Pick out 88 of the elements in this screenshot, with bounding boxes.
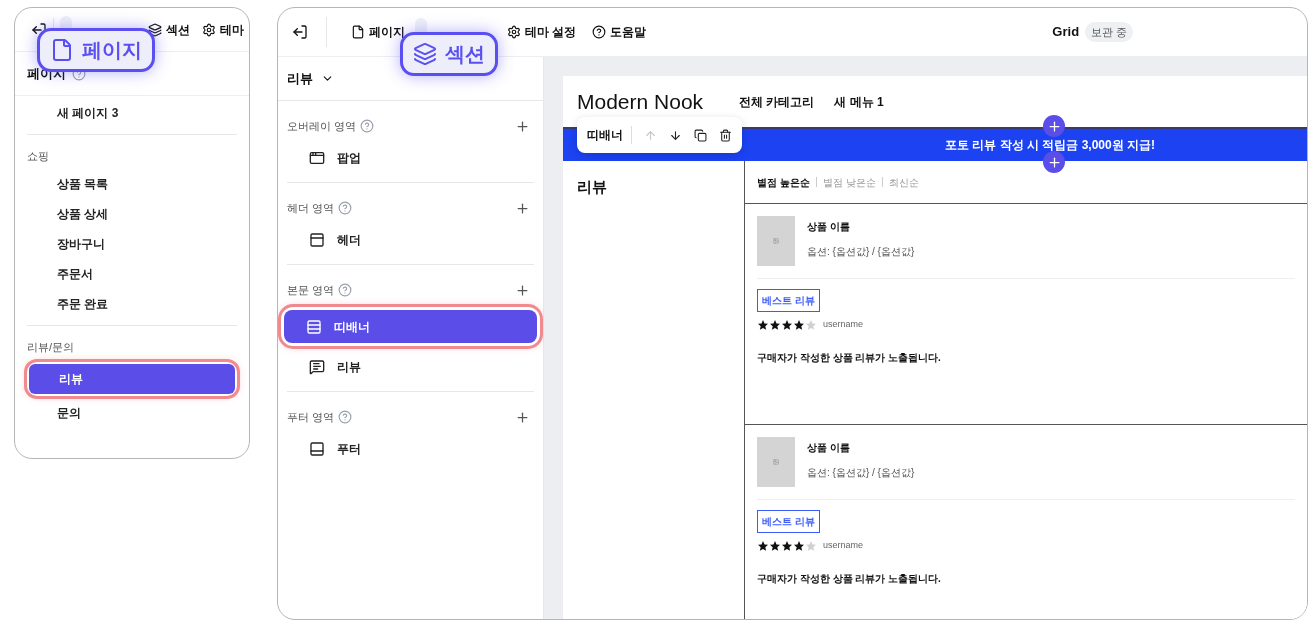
callout-icon (50, 38, 74, 62)
add-icon[interactable] (515, 282, 530, 298)
nav-tab[interactable]: 테마 (196, 15, 249, 44)
section-item[interactable]: 리뷰 (287, 350, 534, 383)
header-layout-icon (309, 231, 325, 248)
nav-tab[interactable]: 테마 설정 (501, 18, 583, 46)
star-icon (805, 318, 817, 331)
best-review-badge: 베스트 리뷰 (757, 289, 820, 312)
section-item[interactable]: 푸터 (287, 432, 534, 465)
star-icon (793, 318, 805, 331)
help-icon (338, 410, 353, 424)
image-icon (773, 238, 779, 244)
page-item[interactable]: 장바구니 (27, 229, 237, 259)
username: username (823, 539, 864, 552)
tab-icon (148, 22, 162, 37)
help-icon (338, 283, 353, 297)
area-title: 헤더 영역 (287, 200, 335, 216)
add-section-button[interactable] (1043, 151, 1065, 173)
banner-text: 포토 리뷰 작성 시 적립금 3,000원 지급! (944, 139, 1155, 151)
arrow-icon (644, 128, 657, 142)
product-name: 상품 이름 (807, 441, 851, 455)
sort-option[interactable]: 별점 높은순 (757, 174, 810, 190)
exit-icon[interactable] (292, 24, 308, 40)
callout-icon (413, 42, 437, 66)
trash-icon (719, 128, 732, 142)
product-option: 옵션: {옵션값} / {옵션값} (807, 465, 915, 480)
popup-layout-icon (309, 149, 325, 166)
plus-icon (1046, 118, 1062, 134)
tab-icon (202, 22, 216, 37)
review-text: 구매자가 작성한 상품 리뷰가 노출됩니다. (757, 350, 942, 365)
product-name: 상품 이름 (807, 220, 851, 234)
copy-icon (694, 128, 707, 142)
section-item[interactable]: 팝업 (287, 141, 534, 174)
copy-button[interactable] (694, 128, 707, 142)
add-icon[interactable] (515, 118, 530, 134)
page-item[interactable]: 상품 상세 (27, 199, 237, 229)
callout-label: 페이지 (82, 38, 142, 63)
section-item[interactable]: 띠배너 (284, 310, 537, 343)
delete-button[interactable] (719, 128, 732, 142)
star-icon (757, 318, 769, 331)
star-icon (757, 539, 769, 552)
tab-icon (592, 25, 607, 39)
star-icon (781, 318, 793, 331)
section-title: 리뷰 (577, 178, 607, 195)
review-layout-icon (309, 358, 325, 375)
status-badge: 보관 중 (1085, 21, 1134, 43)
star-icon (769, 318, 781, 331)
username: username (823, 318, 864, 331)
star-icon (769, 539, 781, 552)
banner-layout-icon (306, 318, 322, 335)
add-section-button[interactable] (1043, 115, 1065, 137)
add-icon[interactable] (515, 409, 530, 425)
area-title: 오버레이 영역 (287, 118, 357, 134)
tab-icon (507, 25, 521, 39)
product-option: 옵션: {옵션값} / {옵션값} (807, 244, 915, 259)
page-item[interactable]: 리뷰 (29, 364, 235, 394)
plus-icon (1046, 154, 1062, 170)
help-icon (338, 201, 353, 215)
best-review-badge: 베스트 리뷰 (757, 510, 820, 533)
group-title: 쇼핑 (27, 148, 50, 164)
area-title: 푸터 영역 (287, 409, 335, 425)
group-title: 리뷰/문의 (27, 339, 76, 355)
page-item[interactable]: 주문 완료 (27, 289, 237, 319)
store-logo: Modern Nook (577, 88, 704, 115)
menu-link[interactable]: 전체 카테고리 (739, 92, 815, 111)
page-item[interactable]: 새 페이지 3 (27, 98, 237, 128)
toolbar-label: 띠배너 (587, 126, 632, 144)
star-icon (805, 539, 817, 552)
page-item[interactable]: 주문서 (27, 259, 237, 289)
section-item[interactable]: 헤더 (287, 223, 534, 256)
image-icon (773, 459, 779, 465)
star-icon (781, 539, 793, 552)
footer-layout-icon (309, 440, 325, 457)
nav-tab[interactable]: 섹션 (142, 15, 196, 44)
site-title: Grid (1052, 23, 1080, 42)
tab-icon (351, 25, 365, 39)
nav-tab[interactable]: 도움말 (586, 18, 653, 46)
page-item[interactable]: 상품 목록 (27, 169, 237, 199)
help-icon (360, 119, 375, 133)
star-icon (793, 539, 805, 552)
menu-link[interactable]: 새 메뉴 1 (834, 92, 884, 111)
area-title: 본문 영역 (287, 282, 335, 298)
review-text: 구매자가 작성한 상품 리뷰가 노출됩니다. (757, 571, 942, 586)
nav-tab[interactable]: 페이지 (345, 18, 411, 46)
arrow-icon (669, 128, 682, 142)
down-button[interactable] (669, 128, 682, 142)
add-icon[interactable] (515, 200, 530, 216)
page-item[interactable]: 문의 (27, 398, 237, 428)
